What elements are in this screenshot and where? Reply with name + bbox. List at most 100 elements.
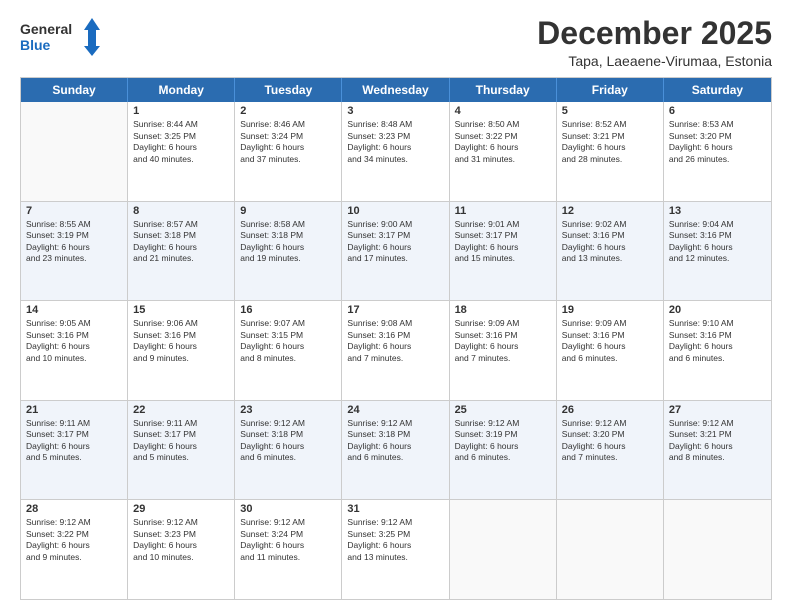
day-cell-24: 24 Sunrise: 9:12 AM Sunset: 3:18 PM Dayli…: [342, 401, 449, 500]
day-cell-15: 15Sunrise: 9:06 AM Sunset: 3:16 PM Dayli…: [128, 301, 235, 400]
day-info: Sunrise: 9:09 AM Sunset: 3:16 PM Dayligh…: [562, 318, 658, 364]
calendar-row: 1Sunrise: 8:44 AM Sunset: 3:25 PM Daylig…: [21, 102, 771, 202]
day-cell-20: 20Sunrise: 9:10 AM Sunset: 3:16 PM Dayli…: [664, 301, 771, 400]
title-block: December 2025 Tapa, Laeaene-Virumaa, Est…: [537, 16, 772, 69]
day-info: Sunrise: 9:12 AM Sunset: 3:19 PM Dayligh…: [455, 418, 551, 464]
empty-cell: [21, 102, 128, 201]
day-cell-31: 31 Sunrise: 9:12 AM Sunset: 3:25 PM Dayli…: [342, 500, 449, 599]
day-cell-19: 19 Sunrise: 9:09 AM Sunset: 3:16 PM Dayli…: [557, 301, 664, 400]
day-number: 2: [240, 105, 336, 117]
day-header-saturday: Saturday: [664, 78, 771, 102]
day-info: Sunrise: 9:06 AM Sunset: 3:16 PM Dayligh…: [133, 318, 229, 364]
day-cell-1: 1Sunrise: 8:44 AM Sunset: 3:25 PM Daylig…: [128, 102, 235, 201]
day-info: Sunrise: 9:12 AM Sunset: 3:20 PM Dayligh…: [562, 418, 658, 464]
day-number: 16: [240, 304, 336, 316]
day-info: Sunrise: 9:10 AM Sunset: 3:16 PM Dayligh…: [669, 318, 766, 364]
day-number: 25: [455, 404, 551, 416]
day-info: Sunrise: 9:12 AM Sunset: 3:23 PM Dayligh…: [133, 517, 229, 563]
day-info: Sunrise: 9:11 AM Sunset: 3:17 PM Dayligh…: [133, 418, 229, 464]
day-number: 29: [133, 503, 229, 515]
day-info: Sunrise: 9:12 AM Sunset: 3:25 PM Dayligh…: [347, 517, 443, 563]
day-cell-16: 16 Sunrise: 9:07 AM Sunset: 3:15 PM Dayli…: [235, 301, 342, 400]
day-cell-3: 3Sunrise: 8:48 AM Sunset: 3:23 PM Daylig…: [342, 102, 449, 201]
logo-svg: General Blue: [20, 16, 100, 60]
day-cell-30: 30 Sunrise: 9:12 AM Sunset: 3:24 PM Dayli…: [235, 500, 342, 599]
day-header-monday: Monday: [128, 78, 235, 102]
day-info: Sunrise: 9:09 AM Sunset: 3:16 PM Dayligh…: [455, 318, 551, 364]
day-cell-14: 14Sunrise: 9:05 AM Sunset: 3:16 PM Dayli…: [21, 301, 128, 400]
day-info: Sunrise: 8:58 AM Sunset: 3:18 PM Dayligh…: [240, 219, 336, 265]
day-number: 17: [347, 304, 443, 316]
day-cell-21: 21 Sunrise: 9:11 AM Sunset: 3:17 PM Dayli…: [21, 401, 128, 500]
day-info: Sunrise: 9:11 AM Sunset: 3:17 PM Dayligh…: [26, 418, 122, 464]
day-info: Sunrise: 9:00 AM Sunset: 3:17 PM Dayligh…: [347, 219, 443, 265]
day-number: 24: [347, 404, 443, 416]
day-number: 23: [240, 404, 336, 416]
day-cell-27: 27 Sunrise: 9:12 AM Sunset: 3:21 PM Dayli…: [664, 401, 771, 500]
day-header-wednesday: Wednesday: [342, 78, 449, 102]
day-cell-10: 10 Sunrise: 9:00 AM Sunset: 3:17 PM Dayli…: [342, 202, 449, 301]
day-number: 7: [26, 205, 122, 217]
day-info: Sunrise: 9:12 AM Sunset: 3:24 PM Dayligh…: [240, 517, 336, 563]
day-info: Sunrise: 8:48 AM Sunset: 3:23 PM Dayligh…: [347, 119, 443, 165]
day-info: Sunrise: 9:08 AM Sunset: 3:16 PM Dayligh…: [347, 318, 443, 364]
svg-text:General: General: [20, 21, 72, 37]
day-cell-17: 17 Sunrise: 9:08 AM Sunset: 3:16 PM Dayli…: [342, 301, 449, 400]
svg-text:Blue: Blue: [20, 37, 51, 53]
day-number: 9: [240, 205, 336, 217]
page-header: General Blue December 2025 Tapa, Laeaene…: [20, 16, 772, 69]
day-info: Sunrise: 8:55 AM Sunset: 3:19 PM Dayligh…: [26, 219, 122, 265]
day-info: Sunrise: 9:12 AM Sunset: 3:22 PM Dayligh…: [26, 517, 122, 563]
day-number: 10: [347, 205, 443, 217]
day-number: 8: [133, 205, 229, 217]
day-info: Sunrise: 8:46 AM Sunset: 3:24 PM Dayligh…: [240, 119, 336, 165]
day-cell-12: 12Sunrise: 9:02 AM Sunset: 3:16 PM Dayli…: [557, 202, 664, 301]
day-cell-8: 8Sunrise: 8:57 AM Sunset: 3:18 PM Daylig…: [128, 202, 235, 301]
empty-cell: [664, 500, 771, 599]
day-info: Sunrise: 9:07 AM Sunset: 3:15 PM Dayligh…: [240, 318, 336, 364]
day-number: 13: [669, 205, 766, 217]
day-cell-29: 29 Sunrise: 9:12 AM Sunset: 3:23 PM Dayli…: [128, 500, 235, 599]
day-cell-11: 11 Sunrise: 9:01 AM Sunset: 3:17 PM Dayli…: [450, 202, 557, 301]
day-cell-25: 25 Sunrise: 9:12 AM Sunset: 3:19 PM Dayli…: [450, 401, 557, 500]
main-title: December 2025: [537, 16, 772, 51]
day-info: Sunrise: 8:52 AM Sunset: 3:21 PM Dayligh…: [562, 119, 658, 165]
day-number: 14: [26, 304, 122, 316]
day-info: Sunrise: 8:53 AM Sunset: 3:20 PM Dayligh…: [669, 119, 766, 165]
day-number: 27: [669, 404, 766, 416]
day-number: 18: [455, 304, 551, 316]
day-number: 1: [133, 105, 229, 117]
calendar-row: 14Sunrise: 9:05 AM Sunset: 3:16 PM Dayli…: [21, 301, 771, 401]
day-number: 26: [562, 404, 658, 416]
day-number: 28: [26, 503, 122, 515]
day-cell-22: 22 Sunrise: 9:11 AM Sunset: 3:17 PM Dayli…: [128, 401, 235, 500]
day-cell-28: 28 Sunrise: 9:12 AM Sunset: 3:22 PM Dayli…: [21, 500, 128, 599]
day-number: 19: [562, 304, 658, 316]
day-number: 4: [455, 105, 551, 117]
calendar-header: SundayMondayTuesdayWednesdayThursdayFrid…: [21, 78, 771, 102]
day-number: 30: [240, 503, 336, 515]
day-info: Sunrise: 9:12 AM Sunset: 3:21 PM Dayligh…: [669, 418, 766, 464]
day-number: 11: [455, 205, 551, 217]
day-info: Sunrise: 9:12 AM Sunset: 3:18 PM Dayligh…: [240, 418, 336, 464]
logo: General Blue: [20, 16, 100, 60]
calendar-body: 1Sunrise: 8:44 AM Sunset: 3:25 PM Daylig…: [21, 102, 771, 599]
day-cell-23: 23 Sunrise: 9:12 AM Sunset: 3:18 PM Dayli…: [235, 401, 342, 500]
day-cell-18: 18 Sunrise: 9:09 AM Sunset: 3:16 PM Dayli…: [450, 301, 557, 400]
day-header-tuesday: Tuesday: [235, 78, 342, 102]
day-header-sunday: Sunday: [21, 78, 128, 102]
empty-cell: [557, 500, 664, 599]
day-cell-9: 9 Sunrise: 8:58 AM Sunset: 3:18 PM Daylig…: [235, 202, 342, 301]
day-info: Sunrise: 9:02 AM Sunset: 3:16 PM Dayligh…: [562, 219, 658, 265]
day-info: Sunrise: 9:12 AM Sunset: 3:18 PM Dayligh…: [347, 418, 443, 464]
day-cell-5: 5Sunrise: 8:52 AM Sunset: 3:21 PM Daylig…: [557, 102, 664, 201]
day-info: Sunrise: 9:04 AM Sunset: 3:16 PM Dayligh…: [669, 219, 766, 265]
day-number: 21: [26, 404, 122, 416]
day-header-friday: Friday: [557, 78, 664, 102]
day-cell-7: 7 Sunrise: 8:55 AM Sunset: 3:19 PM Daylig…: [21, 202, 128, 301]
day-header-thursday: Thursday: [450, 78, 557, 102]
day-info: Sunrise: 9:01 AM Sunset: 3:17 PM Dayligh…: [455, 219, 551, 265]
day-number: 31: [347, 503, 443, 515]
day-number: 22: [133, 404, 229, 416]
calendar-row: 7 Sunrise: 8:55 AM Sunset: 3:19 PM Daylig…: [21, 202, 771, 302]
